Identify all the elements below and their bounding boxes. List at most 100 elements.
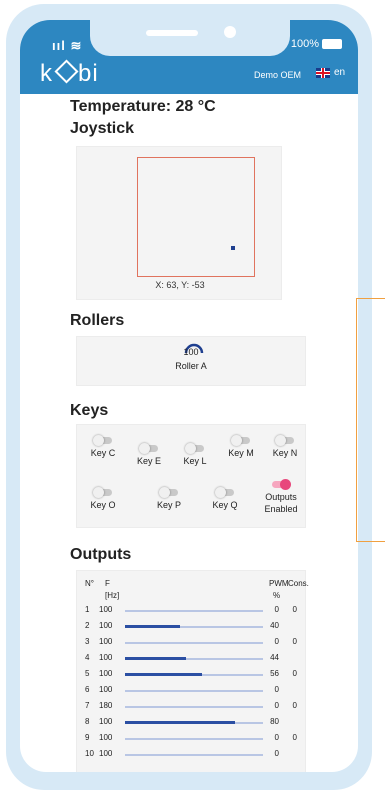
- key-l-toggle[interactable]: Key L: [173, 443, 217, 467]
- toggle-switch-icon: [93, 487, 112, 498]
- key-e-toggle[interactable]: Key E: [127, 443, 171, 467]
- key-e-label: Key E: [136, 456, 161, 466]
- output-pwm-value: 0: [274, 685, 279, 694]
- output-row: 2 100 40: [85, 621, 301, 633]
- phone-notch: [90, 20, 290, 56]
- key-q-toggle[interactable]: Key Q: [203, 487, 247, 511]
- output-bar-track: [125, 690, 263, 692]
- output-pwm-value: 0: [274, 749, 279, 758]
- output-consumption: 0: [292, 701, 297, 710]
- output-consumption: 0: [292, 637, 297, 646]
- toggle-switch-icon: [275, 435, 294, 446]
- output-frequency: 100: [99, 605, 113, 614]
- speaker-pill: [146, 30, 198, 36]
- output-number: 5: [85, 669, 90, 678]
- temperature-label: Temperature: 28 °C: [70, 98, 216, 115]
- output-number: 6: [85, 685, 90, 694]
- battery-icon: [322, 39, 342, 49]
- output-consumption: 0: [292, 605, 297, 614]
- outputs-enabled-toggle[interactable]: Outputs Enabled: [259, 479, 303, 515]
- toggle-switch-on-icon: [272, 479, 291, 490]
- output-row: 8 100 80: [85, 717, 301, 729]
- logo-diamond-icon: [54, 59, 79, 84]
- output-frequency: 100: [99, 621, 113, 630]
- output-number: 2: [85, 621, 90, 630]
- overlay-highlight-frame: [356, 298, 385, 542]
- key-l-label: Key L: [183, 456, 207, 466]
- output-bar-track: [125, 610, 263, 612]
- toggle-switch-icon: [93, 435, 112, 446]
- output-row: 4 100 44: [85, 653, 301, 665]
- output-pwm-value: 0: [274, 605, 279, 614]
- output-frequency: 180: [99, 701, 113, 710]
- camera-dot: [224, 26, 236, 38]
- output-bar-track: [125, 738, 263, 740]
- output-frequency: 100: [99, 717, 113, 726]
- key-p-label: Key P: [156, 500, 181, 510]
- output-frequency: 100: [99, 733, 113, 742]
- output-row: 10 100 0: [85, 749, 301, 761]
- language-code: en: [334, 67, 346, 78]
- key-n-toggle[interactable]: Key N: [263, 435, 307, 459]
- output-number: 7: [85, 701, 90, 710]
- output-bar-track: [125, 706, 263, 708]
- uk-flag-icon: [316, 67, 330, 78]
- roller-a-value: 100: [183, 347, 199, 357]
- output-bar-fill: [125, 625, 181, 628]
- output-bar-fill: [125, 721, 236, 724]
- output-bar-track: [125, 642, 263, 644]
- key-o-label: Key O: [90, 500, 116, 510]
- output-number: 1: [85, 605, 90, 614]
- output-bar-track: [125, 754, 263, 756]
- output-row: 3 100 0 0: [85, 637, 301, 649]
- toggle-switch-icon: [231, 435, 250, 446]
- key-q-label: Key Q: [212, 500, 238, 510]
- col-header-pwm: PWM: [269, 579, 289, 588]
- output-pwm-value: 80: [270, 717, 279, 726]
- joystick-title: Joystick: [70, 120, 135, 137]
- col-header-consumption: Cons.: [288, 579, 309, 588]
- output-pwm-value: 56: [270, 669, 279, 678]
- output-frequency: 100: [99, 749, 113, 758]
- phone-frame: ııl ≋ 100% k bi Demo OEM en Temperature: …: [6, 4, 372, 790]
- joystick-coordinates: X: 63, Y: -53: [155, 280, 205, 290]
- brand-name: Demo OEM: [254, 70, 302, 80]
- output-row: 5 100 56 0: [85, 669, 301, 681]
- output-consumption: 0: [292, 733, 297, 742]
- roller-a-label: Roller A: [175, 361, 207, 371]
- battery-indicator: 100%: [291, 38, 342, 50]
- output-number: 10: [85, 749, 94, 758]
- joystick-position-dot[interactable]: [230, 246, 235, 251]
- output-row: 6 100 0: [85, 685, 301, 697]
- toggle-switch-icon: [139, 443, 158, 454]
- output-pwm-value: 0: [274, 733, 279, 742]
- language-selector[interactable]: en: [316, 67, 345, 78]
- app-logo[interactable]: k bi: [40, 59, 99, 88]
- output-frequency: 100: [99, 637, 113, 646]
- signal-wifi-icon: ııl ≋: [52, 38, 83, 53]
- outputs-title: Outputs: [70, 546, 132, 563]
- joystick-area[interactable]: [137, 157, 255, 277]
- toggle-switch-icon: [185, 443, 204, 454]
- output-row: 1 100 0 0: [85, 605, 301, 617]
- toggle-switch-icon: [159, 487, 178, 498]
- top-bar: ııl ≋ 100% k bi Demo OEM en: [20, 20, 358, 94]
- key-c-label: Key C: [90, 448, 116, 458]
- output-row: 7 180 0 0: [85, 701, 301, 713]
- output-frequency: 100: [99, 685, 113, 694]
- rollers-panel: 100 Roller A: [76, 336, 306, 386]
- key-c-toggle[interactable]: Key C: [81, 435, 125, 459]
- output-pwm-value: 40: [270, 621, 279, 630]
- output-number: 4: [85, 653, 90, 662]
- outputs-enabled-label: Outputs Enabled: [264, 492, 298, 514]
- output-frequency: 100: [99, 669, 113, 678]
- col-header-frequency: F: [105, 579, 110, 588]
- col-header-frequency-unit: [Hz]: [105, 591, 120, 600]
- keys-panel: Key C Key E Key L Key M Key N Key O Key …: [76, 424, 306, 528]
- key-m-toggle[interactable]: Key M: [219, 435, 263, 459]
- key-p-toggle[interactable]: Key P: [147, 487, 191, 511]
- key-o-toggle[interactable]: Key O: [81, 487, 125, 511]
- output-pwm-value: 0: [274, 701, 279, 710]
- joystick-panel: X: 63, Y: -53: [76, 146, 282, 300]
- app-screen: ııl ≋ 100% k bi Demo OEM en Temperature: …: [20, 20, 358, 772]
